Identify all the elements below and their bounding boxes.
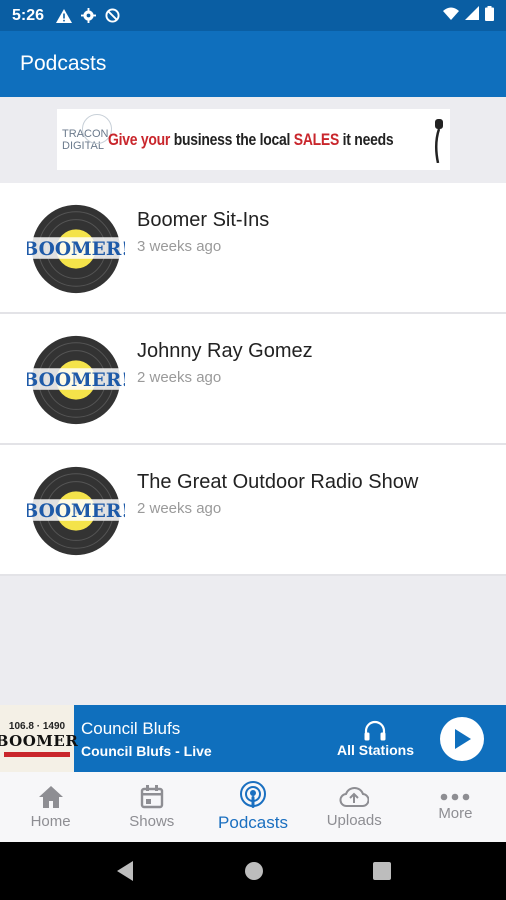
station-artwork: 106.8 · 1490 BOOMER [0,705,78,772]
ad-tagline: Give your business the local SALES it ne… [108,129,394,149]
battery-icon [485,5,494,26]
mini-player[interactable]: 106.8 · 1490 BOOMER Council Blufs Counci… [0,705,506,772]
data-saver-icon [105,8,120,23]
boomer-logo-icon: BOOMER! [27,335,125,425]
ad-area: TRACON DIGITAL Give your business the lo… [0,97,506,183]
svg-text:BOOMER!: BOOMER! [27,370,125,391]
app-bar: Podcasts [0,31,506,97]
tab-shows[interactable]: Shows [101,772,202,842]
system-nav-bar [0,842,506,900]
signal-icon [465,6,479,25]
svg-text:BOOMER!: BOOMER! [27,501,125,522]
tab-uploads[interactable]: Uploads [304,772,405,842]
podcast-age: 2 weeks ago [137,369,222,386]
tab-home-label: Home [30,812,71,830]
back-icon[interactable] [115,860,135,882]
podcast-item[interactable]: BOOMER! Boomer Sit-Ins 3 weeks ago [0,183,506,314]
play-icon [455,728,471,749]
wifi-icon [443,7,459,25]
station-name: Council Blufs [81,718,181,738]
clock: 5:26 [12,6,45,24]
recents-icon[interactable] [373,862,392,880]
boomer-logo-icon: BOOMER! [27,466,125,556]
tab-uploads-label: Uploads [326,811,382,829]
more-dots-icon [441,793,470,800]
page-title: Podcasts [20,52,107,75]
bottom-nav: Home Shows Podcasts Uploads More [0,772,506,842]
cloud-upload-icon [339,786,370,807]
status-bar: 5:26 [0,0,506,31]
microphone-icon [435,119,443,163]
podcast-age: 3 weeks ago [137,238,222,255]
all-stations-button[interactable]: All Stations [337,720,414,758]
tab-shows-label: Shows [129,812,175,830]
tab-more-label: More [438,804,473,822]
home-icon [38,785,63,808]
live-label: Council Blufs - Live [81,742,212,759]
boomer-logo-icon: BOOMER! [27,204,125,294]
ad-banner[interactable]: TRACON DIGITAL Give your business the lo… [57,109,450,170]
podcast-list: BOOMER! Boomer Sit-Ins 3 weeks ago BOOME… [0,183,506,576]
play-button[interactable] [440,716,484,761]
svg-text:BOOMER!: BOOMER! [27,239,125,260]
all-stations-label: All Stations [336,741,414,758]
podcast-icon [240,781,266,808]
tab-home[interactable]: Home [0,772,101,842]
podcast-item[interactable]: BOOMER! Johnny Ray Gomez 2 weeks ago [0,314,506,445]
alert-icon [56,8,73,23]
ad-brand: TRACON DIGITAL [62,113,112,152]
podcast-age: 2 weeks ago [137,500,222,517]
home-circle-icon[interactable] [244,861,264,881]
podcast-title: Boomer Sit-Ins [137,209,270,231]
podcast-title: Johnny Ray Gomez [137,340,313,362]
tab-more[interactable]: More [405,772,506,842]
tab-podcasts[interactable]: Podcasts [202,772,303,842]
now-playing-info[interactable]: Council Blufs Council Blufs - Live [81,719,212,759]
tab-podcasts-label: Podcasts [218,813,288,832]
headphones-icon [364,720,386,740]
settings-gear-icon [81,8,97,23]
podcast-item[interactable]: BOOMER! The Great Outdoor Radio Show 2 w… [0,445,506,576]
podcast-title: The Great Outdoor Radio Show [137,471,419,493]
calendar-icon [140,784,163,808]
